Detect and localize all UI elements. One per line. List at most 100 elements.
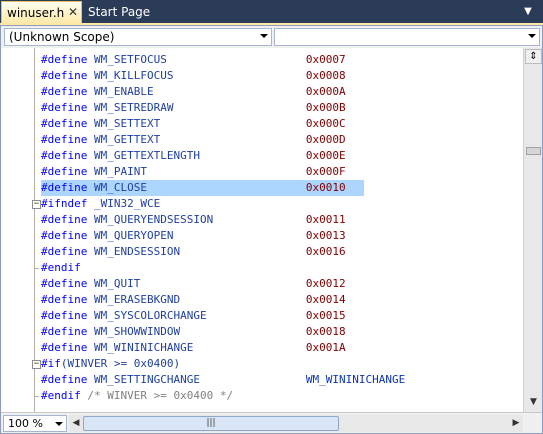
directive-token: #define [41, 341, 88, 354]
scope-value: (Unknown Scope) [9, 30, 115, 44]
tab-winuser-h[interactable]: winuser.h ✕ [1, 1, 82, 24]
collapse-icon[interactable]: − [32, 360, 41, 369]
code-line[interactable]: #define WM_SHOWWINDOW 0x0018 [41, 324, 521, 340]
code-line[interactable]: − #ifndef _WIN32_WCE [32, 196, 521, 212]
scroll-down-icon[interactable]: ▼ [525, 394, 542, 411]
directive-token: #define [41, 213, 88, 226]
scrollbar-corner [525, 415, 542, 432]
directive-token: #define [41, 101, 88, 114]
vertical-scrollbar[interactable]: ⇕ ▼ [523, 48, 542, 412]
code-line[interactable]: #define WM_ERASEBKGND 0x0014 [41, 292, 521, 308]
macro-token: WM_WININICHANGE [87, 341, 194, 354]
horizontal-scrollbar[interactable]: ◀ ||| ▶ [69, 415, 523, 432]
macro-token: WM_SYSCOLORCHANGE [87, 309, 207, 322]
macro-token: WM_QUIT [87, 277, 141, 290]
code-line[interactable]: #endif [34, 260, 521, 276]
horizontal-scroll-thumb[interactable]: ||| [83, 416, 339, 431]
directive-token: #endif [41, 389, 81, 402]
macro-token: WM_ERASEBKGND [87, 293, 181, 306]
code-line[interactable]: #define WM_ENDSESSION 0x0016 [41, 244, 521, 260]
directive-token: #define [41, 277, 88, 290]
member-dropdown[interactable] [274, 28, 540, 46]
code-line[interactable]: #define WM_WININICHANGE 0x001A [41, 340, 521, 356]
code-line[interactable]: #define WM_CLOSE 0x0010 [41, 180, 521, 196]
code-line[interactable]: #define WM_QUIT 0x0012 [41, 276, 521, 292]
code-line[interactable]: #define WM_SETTINGCHANGE WM_WININICHANGE [41, 372, 521, 388]
macro-token: WM_PAINT [87, 165, 147, 178]
splitter-icon[interactable]: ⇕ [525, 49, 542, 64]
directive-token: #define [41, 373, 88, 386]
chevron-down-icon [260, 34, 268, 38]
outline-end-marker [34, 268, 39, 269]
code-editor[interactable]: #define WM_SETFOCUS 0x0007 #define WM_KIL… [1, 48, 523, 412]
macro-token: WM_SETTEXT [87, 117, 161, 130]
code-line[interactable]: #define WM_KILLFOCUS 0x0008 [41, 68, 521, 84]
directive-token: #define [41, 245, 88, 258]
vertical-scroll-thumb[interactable] [526, 147, 541, 155]
code-line[interactable]: #define WM_QUERYOPEN 0x0013 [41, 228, 521, 244]
outlining-margin [34, 48, 35, 412]
code-line[interactable]: #define WM_ENABLE 0x000A [41, 84, 521, 100]
scroll-left-icon[interactable]: ◀ [69, 415, 83, 432]
scope-dropdown[interactable]: (Unknown Scope) [4, 28, 272, 46]
macro-token: WM_SETREDRAW [87, 101, 174, 114]
directive-token: #define [41, 133, 88, 146]
macro-token: WM_GETTEXTLENGTH [87, 149, 200, 162]
value-token: 0x0010 [305, 181, 346, 194]
macro-token: WM_SETTINGCHANGE [87, 373, 200, 386]
macro-token: WM_QUERYENDSESSION [87, 213, 214, 226]
value-token: 0x0011 [305, 213, 346, 226]
scroll-right-icon[interactable]: ▶ [509, 415, 523, 432]
value-token: 0x000D [305, 133, 346, 146]
code-line[interactable]: #define WM_GETTEXT 0x000D [41, 132, 521, 148]
code-line[interactable]: #define WM_QUERYENDSESSION 0x0011 [41, 212, 521, 228]
directive-token: #define [41, 85, 88, 98]
code-line[interactable]: #endif /* WINVER >= 0x0400 */ [34, 388, 521, 404]
code-line[interactable]: #define WM_PAINT 0x000F [41, 164, 521, 180]
directive-token: #endif [41, 261, 81, 274]
directive-token: #define [41, 69, 88, 82]
bottom-bar: 100 % ◀ ||| ▶ [1, 412, 542, 433]
directive-token: #ifndef [41, 197, 88, 210]
directive-token: #define [41, 309, 88, 322]
macro-token: WM_SETFOCUS [87, 53, 167, 66]
zoom-dropdown[interactable]: 100 % [3, 415, 67, 432]
value-token: 0x0018 [305, 325, 346, 338]
value-token: /* WINVER >= 0x0400 */ [87, 389, 234, 402]
macro-token: _WIN32_WCE [87, 197, 161, 210]
value-token: 0x0015 [305, 309, 346, 322]
tab-start-page[interactable]: Start Page [84, 2, 158, 22]
code-line[interactable]: #define WM_SYSCOLORCHANGE 0x0015 [41, 308, 521, 324]
code-line[interactable]: #define WM_GETTEXTLENGTH 0x000E [41, 148, 521, 164]
code-line[interactable]: #define WM_SETREDRAW 0x000B [41, 100, 521, 116]
zoom-value: 100 % [8, 417, 43, 430]
value-token: 0x0008 [305, 69, 346, 82]
close-icon[interactable]: ✕ [66, 5, 80, 19]
value-token: 0x000F [305, 165, 346, 178]
code-line[interactable]: #define WM_SETFOCUS 0x0007 [41, 52, 521, 68]
value-token: WM_WININICHANGE [305, 373, 406, 386]
value-token: 0x001A [305, 341, 346, 354]
indicator-margin [1, 48, 29, 412]
code-line[interactable]: − #if(WINVER >= 0x0400) [32, 356, 521, 372]
macro-token: WM_SHOWWINDOW [87, 325, 181, 338]
macro-token: WM_CLOSE [87, 181, 147, 194]
collapse-icon[interactable]: − [32, 200, 41, 209]
directive-token: #define [41, 149, 88, 162]
code-line[interactable]: #define WM_SETTEXT 0x000C [41, 116, 521, 132]
macro-token: WM_ENDSESSION [87, 245, 181, 258]
chevron-down-icon [55, 422, 63, 426]
value-token: 0x000C [305, 117, 346, 130]
outline-end-marker [34, 396, 39, 397]
tab-overflow-icon[interactable]: ▼ [521, 5, 535, 19]
macro-token: (WINVER >= 0x0400) [60, 357, 181, 370]
